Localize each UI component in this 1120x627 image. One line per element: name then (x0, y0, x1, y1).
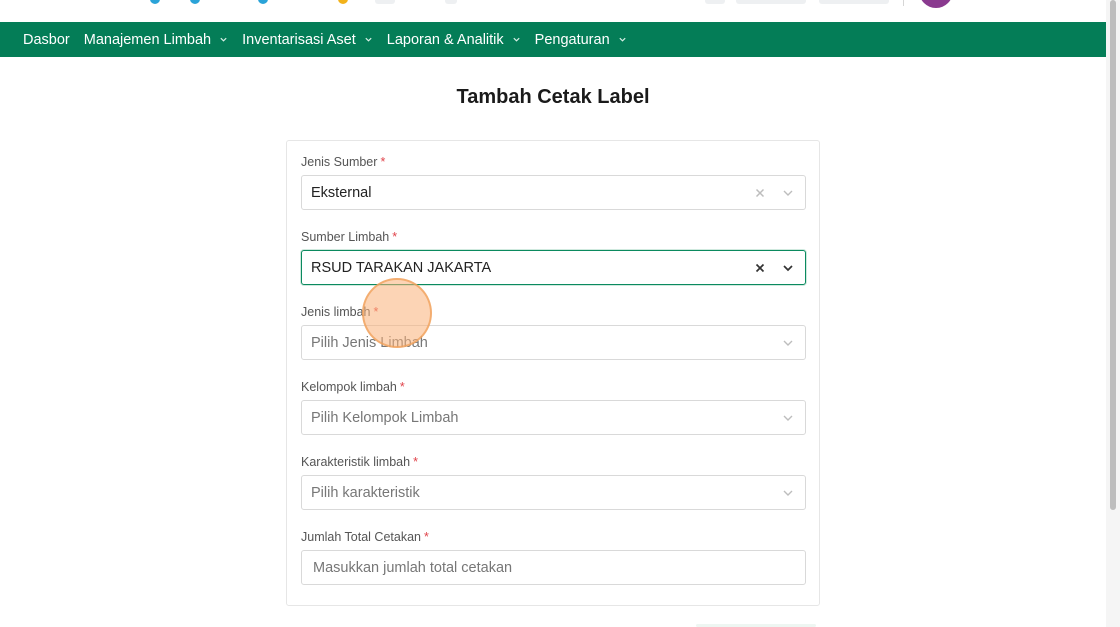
chevron-down-icon (364, 35, 373, 44)
jumlah-total-cetakan-input[interactable] (313, 559, 793, 576)
chevron-down-icon[interactable] (781, 486, 795, 500)
field-sumber-limbah: Sumber Limbah * RSUD TARAKAN JAKARTA (301, 229, 806, 285)
nav-item-dasbor[interactable]: Dasbor (23, 32, 70, 48)
header-divider (903, 0, 904, 6)
top-header (0, 0, 1106, 22)
header-button[interactable] (736, 0, 806, 4)
form-card: Jenis Sumber * Eksternal Sumber Limbah * R… (286, 140, 820, 606)
jenis-limbah-select[interactable]: Pilih Jenis Limbah (301, 325, 806, 360)
nav-item-manajemen-limbah[interactable]: Manajemen Limbah (84, 32, 228, 48)
kelompok-limbah-select[interactable]: Pilih Kelompok Limbah (301, 400, 806, 435)
nav-item-inventarisasi-aset[interactable]: Inventarisasi Aset (242, 32, 373, 48)
nav-item-label: Pengaturan (534, 31, 610, 48)
page-title: Tambah Cetak Label (456, 86, 650, 108)
nav-item-label: Manajemen Limbah (83, 31, 212, 48)
required-mark: * (413, 455, 418, 469)
chevron-down-icon (512, 35, 521, 44)
header-logo-fragment (338, 0, 348, 4)
field-jumlah-total-cetakan: Jumlah Total Cetakan * (301, 529, 806, 585)
nav-item-pengaturan[interactable]: Pengaturan (535, 32, 627, 48)
close-icon[interactable] (753, 261, 767, 275)
chevron-down-icon[interactable] (781, 261, 795, 275)
field-jenis-limbah: Jenis limbah * Pilih Jenis Limbah (301, 304, 806, 360)
field-karakteristik-limbah: Karakteristik limbah * Pilih karakteristi… (301, 454, 806, 510)
field-label: Jenis limbah * (301, 305, 379, 319)
nav-item-label: Inventarisasi Aset (242, 31, 356, 48)
field-jenis-sumber: Jenis Sumber * Eksternal (301, 154, 806, 210)
header-placeholder (375, 0, 395, 4)
field-label: Jumlah Total Cetakan * (301, 530, 429, 544)
field-label: Jenis Sumber * (301, 155, 386, 169)
field-label: Kelompok limbah * (301, 380, 405, 394)
jenis-sumber-select[interactable]: Eksternal (301, 175, 806, 210)
field-label: Karakteristik limbah * (301, 455, 418, 469)
chevron-down-icon[interactable] (781, 411, 795, 425)
required-mark: * (399, 380, 405, 394)
header-button[interactable] (819, 0, 889, 4)
required-mark: * (423, 530, 429, 544)
sumber-limbah-select[interactable]: RSUD TARAKAN JAKARTA (301, 250, 806, 285)
page-scrollbar[interactable] (1106, 0, 1120, 627)
scrollbar-thumb[interactable] (1110, 0, 1116, 510)
chevron-down-icon (219, 35, 228, 44)
header-placeholder (445, 0, 457, 4)
required-mark: * (373, 305, 379, 319)
nav-item-label: Laporan & Analitik (386, 31, 504, 48)
chevron-down-icon[interactable] (781, 186, 795, 200)
field-kelompok-limbah: Kelompok limbah * Pilih Kelompok Limbah (301, 379, 806, 435)
chevron-down-icon[interactable] (781, 336, 795, 350)
nav-item-label: Dasbor (23, 31, 70, 48)
select-placeholder: Pilih Jenis Limbah (311, 334, 428, 351)
header-placeholder (705, 0, 725, 4)
header-logo-fragment (190, 0, 200, 4)
select-value: Eksternal (311, 184, 372, 201)
header-logo-fragment (258, 0, 268, 4)
field-label: Sumber Limbah * (301, 230, 398, 244)
main-navbar: Dasbor Manajemen Limbah Inventarisasi As… (0, 22, 1106, 57)
select-placeholder: Pilih Kelompok Limbah (311, 409, 459, 426)
required-mark: * (392, 230, 398, 244)
avatar[interactable] (919, 0, 953, 8)
close-icon[interactable] (753, 186, 767, 200)
select-placeholder: Pilih karakteristik (311, 484, 420, 501)
jumlah-total-cetakan-field[interactable] (301, 550, 806, 585)
header-logo-fragment (150, 0, 160, 4)
required-mark: * (380, 155, 386, 169)
karakteristik-limbah-select[interactable]: Pilih karakteristik (301, 475, 806, 510)
nav-item-laporan-analitik[interactable]: Laporan & Analitik (387, 32, 521, 48)
chevron-down-icon (618, 35, 627, 44)
select-value: RSUD TARAKAN JAKARTA (311, 259, 492, 276)
